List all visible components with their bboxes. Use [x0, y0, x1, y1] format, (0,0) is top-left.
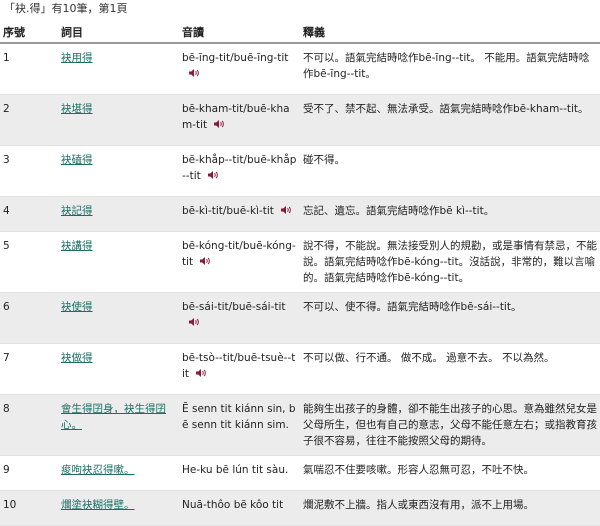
- table-row: 5 袂講得 bē-kóng-tit/buē-kóng-tit 說不得，不能說。無法接受…: [0, 231, 600, 293]
- speaker-icon[interactable]: [188, 67, 200, 77]
- table-header-row: 序號 詞目 音讀 釋義: [0, 22, 600, 44]
- definition-cell: 爛泥敷不上牆。指人或東西沒有用，派不上用場。: [300, 490, 600, 526]
- table-row: 8 會生得囝身，袂生得囝心。 Ē senn tit kiánn sin, bē se…: [0, 394, 600, 456]
- pron-cell: He-ku bē lún tit sàu.: [179, 455, 300, 491]
- table-row: 7 袂做得 bē-tsò--tit/buē-tsuè--tit 不可以做、行不通。 做…: [0, 343, 600, 395]
- pron-cell: bē-kham-tit/buē-kham-tit: [179, 94, 300, 146]
- pron-cell: Nuā-thôo bē kôo tit: [179, 490, 300, 526]
- definition-cell: 不可以、使不得。語氣完結時唸作bē-sái--tit。: [300, 292, 600, 344]
- definition-cell: 能夠生出孩子的身體，卻不能生出孩子的心思。意為雖然兒女是父母所生，但也有自己的意…: [300, 394, 600, 456]
- word-cell: 袂做得: [58, 343, 179, 395]
- results-table: 序號 詞目 音讀 釋義 1 袂用得 bē-īng-tit/buē-īng-tit 不可…: [0, 22, 600, 526]
- entry-link[interactable]: 袂講得: [61, 240, 93, 252]
- speaker-icon[interactable]: [188, 316, 200, 326]
- definition-cell: 碰不得。: [300, 145, 600, 197]
- pronunciation-text: Nuā-thôo bē kôo tit: [182, 499, 284, 511]
- pron-cell: bē-tsò--tit/buē-tsuè--tit: [179, 343, 300, 395]
- row-number: 7: [0, 343, 58, 395]
- speaker-icon[interactable]: [280, 204, 292, 214]
- entry-link[interactable]: 袂做得: [61, 352, 93, 364]
- table-row: 10 爛塗袂糊得壁。 Nuā-thôo bē kôo tit 爛泥敷不上牆。指人或東西…: [0, 490, 600, 526]
- speaker-icon[interactable]: [195, 367, 207, 377]
- word-cell: 爛塗袂糊得壁。: [58, 490, 179, 526]
- entry-link[interactable]: 袂用得: [61, 52, 93, 64]
- table-row: 9 痠呴袂忍得嗽。 He-ku bē lún tit sàu. 氣喘忍不住要咳嗽。形容…: [0, 455, 600, 491]
- header-word: 詞目: [58, 22, 179, 44]
- table-row: 1 袂用得 bē-īng-tit/buē-īng-tit 不可以。語氣完結時唸作bē-…: [0, 43, 600, 95]
- row-number: 1: [0, 43, 58, 95]
- header-def: 釋義: [300, 22, 600, 44]
- table-row: 2 袂堪得 bē-kham-tit/buē-kham-tit 受不了、禁不起、無法承受…: [0, 94, 600, 146]
- pron-cell: Ē senn tit kiánn sin, bē senn tit kiánn …: [179, 394, 300, 456]
- search-summary: 「袂.得」有10筆，第1頁: [4, 2, 128, 15]
- word-cell: 袂用得: [58, 43, 179, 95]
- speaker-icon[interactable]: [207, 169, 219, 179]
- speaker-icon[interactable]: [199, 255, 211, 265]
- definition-cell: 忘記、遺忘。語氣完結時唸作bē kì--tit。: [300, 196, 600, 232]
- entry-link[interactable]: 袂記得: [61, 205, 93, 217]
- word-cell: 袂使得: [58, 292, 179, 344]
- pronunciation-text: bē-kham-tit/buē-kham-tit: [182, 103, 290, 131]
- pron-cell: bē-īng-tit/buē-īng-tit: [179, 43, 300, 95]
- speaker-icon[interactable]: [213, 118, 225, 128]
- pron-cell: bē-kóng-tit/buē-kóng-tit: [179, 231, 300, 293]
- pronunciation-text: He-ku bē lún tit sàu.: [182, 464, 289, 476]
- row-number: 6: [0, 292, 58, 344]
- definition-cell: 說不得，不能說。無法接受別人的規勸，或是事情有禁忌，不能說。語氣完結時唸作bē-…: [300, 231, 600, 293]
- row-number: 2: [0, 94, 58, 146]
- word-cell: 袂記得: [58, 196, 179, 232]
- word-cell: 會生得囝身，袂生得囝心。: [58, 394, 179, 456]
- row-number: 3: [0, 145, 58, 197]
- entry-link[interactable]: 爛塗袂糊得壁。: [61, 499, 135, 511]
- pron-cell: bē-kì-tit/buē-kì-tit: [179, 196, 300, 232]
- definition-cell: 氣喘忍不住要咳嗽。形容人忍無可忍，不吐不快。: [300, 455, 600, 491]
- row-number: 8: [0, 394, 58, 456]
- pronunciation-text: Ē senn tit kiánn sin, bē senn tit kiánn …: [182, 403, 296, 431]
- entry-link[interactable]: 袂使得: [61, 301, 93, 313]
- pron-cell: bē-khåp--tit/buē-khåp--tit: [179, 145, 300, 197]
- word-cell: 袂堪得: [58, 94, 179, 146]
- pron-cell: bē-sái-tit/buē-sái-tit: [179, 292, 300, 344]
- word-cell: 痠呴袂忍得嗽。: [58, 455, 179, 491]
- entry-link[interactable]: 痠呴袂忍得嗽。: [61, 464, 135, 476]
- entry-link[interactable]: 會生得囝身，袂生得囝心。: [61, 403, 166, 431]
- entry-link[interactable]: 袂堪得: [61, 103, 93, 115]
- table-row: 4 袂記得 bē-kì-tit/buē-kì-tit 忘記、遺忘。語氣完結時唸作bē …: [0, 196, 600, 232]
- row-number: 10: [0, 490, 58, 526]
- table-row: 3 袂磕得 bē-khåp--tit/buē-khåp--tit 碰不得。: [0, 145, 600, 197]
- definition-cell: 不可以。語氣完結時唸作bē-īng--tit。 不能用。語氣完結時唸作bē-īn…: [300, 43, 600, 95]
- header-num: 序號: [0, 22, 58, 44]
- row-number: 5: [0, 231, 58, 293]
- row-number: 4: [0, 196, 58, 232]
- definition-cell: 受不了、禁不起、無法承受。語氣完結時唸作bē-kham--tit。: [300, 94, 600, 146]
- table-row: 6 袂使得 bē-sái-tit/buē-sái-tit 不可以、使不得。語氣完結時唸…: [0, 292, 600, 344]
- entry-link[interactable]: 袂磕得: [61, 154, 93, 166]
- pronunciation-text: bē-īng-tit/buē-īng-tit: [182, 52, 289, 64]
- pronunciation-text: bē-kì-tit/buē-kì-tit: [182, 205, 274, 217]
- word-cell: 袂磕得: [58, 145, 179, 197]
- pronunciation-text: bē-sái-tit/buē-sái-tit: [182, 301, 286, 313]
- definition-cell: 不可以做、行不通。 做不成。 過意不去。 不以為然。: [300, 343, 600, 395]
- pronunciation-text: bē-khåp--tit/buē-khåp--tit: [182, 154, 297, 182]
- row-number: 9: [0, 455, 58, 491]
- word-cell: 袂講得: [58, 231, 179, 293]
- header-pron: 音讀: [179, 22, 300, 44]
